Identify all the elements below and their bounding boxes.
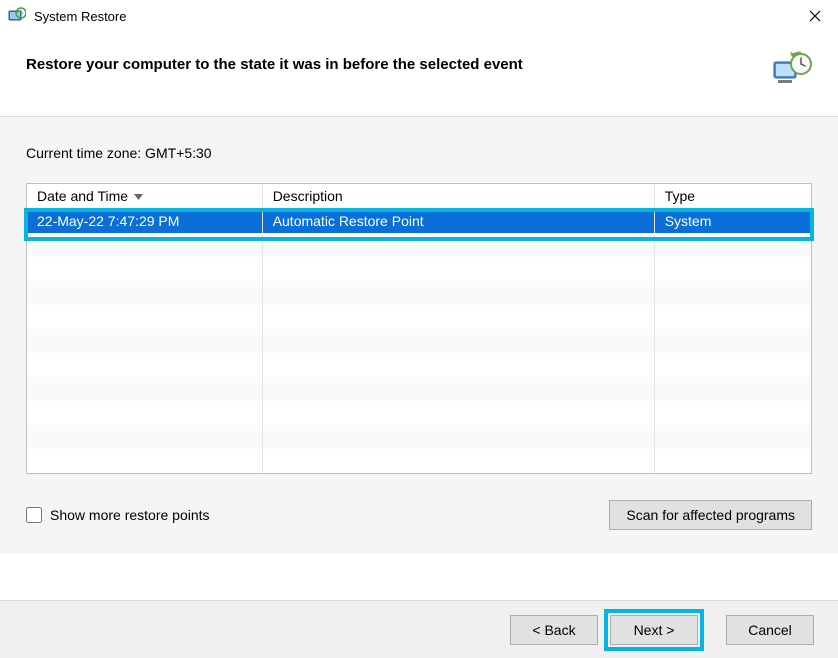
close-icon [809, 10, 821, 22]
table-row[interactable] [27, 257, 811, 281]
table-row[interactable] [27, 233, 811, 257]
cell-empty [262, 305, 654, 329]
close-button[interactable] [792, 0, 838, 32]
next-button[interactable]: Next > [610, 615, 698, 645]
cell-empty [262, 281, 654, 305]
cell-empty [27, 257, 262, 281]
timezone-label: Current time zone: GMT+5:30 [26, 145, 812, 161]
system-restore-icon [8, 7, 26, 25]
col-datetime-label: Date and Time [37, 188, 128, 204]
cell-empty [27, 233, 262, 257]
titlebar: System Restore [0, 0, 838, 32]
cell-empty [654, 449, 811, 473]
cell-empty [654, 401, 811, 425]
cell-empty [654, 257, 811, 281]
window-title: System Restore [34, 9, 792, 24]
table-row[interactable] [27, 305, 811, 329]
back-button[interactable]: < Back [510, 615, 598, 645]
cell-empty [27, 401, 262, 425]
cell-empty [27, 305, 262, 329]
cell-empty [262, 401, 654, 425]
cell-empty [27, 425, 262, 449]
cell-type: System [654, 209, 811, 234]
cell-empty [654, 281, 811, 305]
content-area: Current time zone: GMT+5:30 Date and Tim… [0, 117, 838, 554]
cell-empty [654, 305, 811, 329]
cell-empty [27, 329, 262, 353]
table-row[interactable] [27, 329, 811, 353]
cell-empty [654, 233, 811, 257]
page-title: Restore your computer to the state it wa… [26, 50, 523, 73]
cancel-button[interactable]: Cancel [726, 615, 814, 645]
cell-empty [654, 329, 811, 353]
col-datetime[interactable]: Date and Time [27, 184, 262, 209]
restore-points-table[interactable]: Date and Time Description Type 22-May-22… [26, 183, 812, 474]
table-row[interactable] [27, 377, 811, 401]
show-more-label: Show more restore points [50, 507, 210, 523]
table-row[interactable] [27, 449, 811, 473]
cell-description: Automatic Restore Point [262, 209, 654, 234]
table-row[interactable] [27, 353, 811, 377]
cell-empty [262, 329, 654, 353]
footer: < Back Next > Cancel [0, 600, 838, 658]
restore-clock-icon [772, 50, 812, 90]
cell-empty [27, 377, 262, 401]
table-row[interactable] [27, 425, 811, 449]
sort-desc-icon [134, 188, 143, 204]
header: Restore your computer to the state it wa… [0, 32, 838, 116]
cell-empty [262, 425, 654, 449]
cell-datetime: 22-May-22 7:47:29 PM [27, 209, 262, 234]
show-more-checkbox-input[interactable] [26, 507, 42, 523]
cell-empty [262, 377, 654, 401]
table-row[interactable]: 22-May-22 7:47:29 PMAutomatic Restore Po… [27, 209, 811, 234]
cell-empty [654, 425, 811, 449]
cell-empty [262, 233, 654, 257]
cell-empty [654, 353, 811, 377]
table-row[interactable] [27, 281, 811, 305]
col-type[interactable]: Type [654, 184, 811, 209]
table-header[interactable]: Date and Time Description Type [27, 184, 811, 209]
scan-programs-button[interactable]: Scan for affected programs [609, 500, 812, 530]
col-description[interactable]: Description [262, 184, 654, 209]
cell-empty [262, 449, 654, 473]
cell-empty [27, 449, 262, 473]
cell-empty [27, 353, 262, 377]
cell-empty [654, 377, 811, 401]
cell-empty [262, 353, 654, 377]
show-more-checkbox[interactable]: Show more restore points [26, 507, 210, 523]
cell-empty [27, 281, 262, 305]
cell-empty [262, 257, 654, 281]
table-row[interactable] [27, 401, 811, 425]
